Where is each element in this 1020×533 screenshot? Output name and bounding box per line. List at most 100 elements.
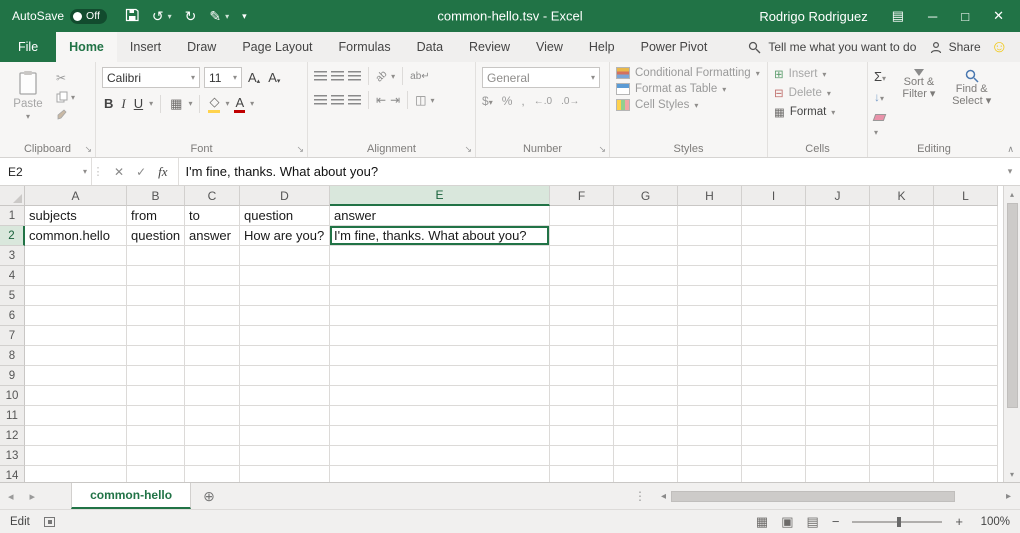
column-header-I[interactable]: I: [742, 186, 806, 206]
cell-B13[interactable]: [127, 446, 185, 466]
cell-E10[interactable]: [330, 386, 550, 406]
row-header-12[interactable]: 12: [0, 426, 25, 446]
cell-J1[interactable]: [806, 206, 870, 226]
format-cells-button[interactable]: ▦Format▾: [774, 105, 861, 119]
cell-K4[interactable]: [870, 266, 934, 286]
font-size-select[interactable]: 11▾: [204, 67, 242, 88]
cell-G11[interactable]: [614, 406, 678, 426]
row-header-3[interactable]: 3: [0, 246, 25, 266]
cell-H14[interactable]: [678, 466, 742, 482]
cell-F14[interactable]: [550, 466, 614, 482]
align-left-icon[interactable]: [314, 95, 327, 105]
cell-C11[interactable]: [185, 406, 240, 426]
column-header-G[interactable]: G: [614, 186, 678, 206]
cell-D8[interactable]: [240, 346, 330, 366]
vertical-scrollbar[interactable]: ▴ ▾: [1003, 186, 1020, 482]
cell-F10[interactable]: [550, 386, 614, 406]
cell-G14[interactable]: [614, 466, 678, 482]
cell-E14[interactable]: [330, 466, 550, 482]
cell-G1[interactable]: [614, 206, 678, 226]
cell-J6[interactable]: [806, 306, 870, 326]
cell-C3[interactable]: [185, 246, 240, 266]
new-sheet-button[interactable]: ⊕: [191, 483, 227, 509]
cell-J4[interactable]: [806, 266, 870, 286]
select-all-button[interactable]: [0, 186, 25, 206]
cell-I11[interactable]: [742, 406, 806, 426]
cell-F5[interactable]: [550, 286, 614, 306]
collapse-ribbon-icon[interactable]: ∧: [1007, 144, 1014, 155]
cell-H10[interactable]: [678, 386, 742, 406]
align-center-icon[interactable]: [331, 95, 344, 105]
cell-D7[interactable]: [240, 326, 330, 346]
cell-J10[interactable]: [806, 386, 870, 406]
cell-F6[interactable]: [550, 306, 614, 326]
cell-H3[interactable]: [678, 246, 742, 266]
cell-I9[interactable]: [742, 366, 806, 386]
scroll-right-icon[interactable]: ▸: [1001, 491, 1016, 502]
cell-I13[interactable]: [742, 446, 806, 466]
cell-A4[interactable]: [25, 266, 127, 286]
cell-D9[interactable]: [240, 366, 330, 386]
cell-G13[interactable]: [614, 446, 678, 466]
paste-button[interactable]: Paste ▾: [6, 67, 50, 121]
cell-D6[interactable]: [240, 306, 330, 326]
cell-E4[interactable]: [330, 266, 550, 286]
cell-J5[interactable]: [806, 286, 870, 306]
cell-C14[interactable]: [185, 466, 240, 482]
conditional-formatting-button[interactable]: Conditional Formatting▾: [616, 67, 761, 79]
column-header-D[interactable]: D: [240, 186, 330, 206]
number-dialog-launcher-icon[interactable]: ↘: [598, 144, 606, 155]
cell-J3[interactable]: [806, 246, 870, 266]
number-format-select[interactable]: General▾: [482, 67, 600, 88]
accounting-format-button[interactable]: $▾: [482, 94, 493, 108]
cell-K14[interactable]: [870, 466, 934, 482]
cell-K5[interactable]: [870, 286, 934, 306]
tab-page-layout[interactable]: Page Layout: [229, 32, 325, 62]
cancel-entry-icon[interactable]: ✕: [114, 165, 124, 179]
scroll-left-icon[interactable]: ◂: [656, 491, 671, 502]
cell-B9[interactable]: [127, 366, 185, 386]
cell-J2[interactable]: [806, 226, 870, 246]
cell-F1[interactable]: [550, 206, 614, 226]
minimize-button[interactable]: ─: [928, 9, 937, 24]
cell-E13[interactable]: [330, 446, 550, 466]
cell-D4[interactable]: [240, 266, 330, 286]
chevron-down-icon[interactable]: ▾: [250, 99, 254, 108]
cell-L10[interactable]: [934, 386, 998, 406]
cell-K8[interactable]: [870, 346, 934, 366]
cell-L4[interactable]: [934, 266, 998, 286]
cell-F8[interactable]: [550, 346, 614, 366]
row-header-1[interactable]: 1: [0, 206, 25, 226]
cell-E11[interactable]: [330, 406, 550, 426]
cell-G9[interactable]: [614, 366, 678, 386]
decrease-indent-button[interactable]: ⇤: [376, 93, 386, 107]
fill-button[interactable]: ↓▾: [874, 90, 884, 104]
cell-styles-button[interactable]: Cell Styles▾: [616, 99, 761, 111]
customize-qat-button[interactable]: ▾: [242, 11, 247, 22]
cell-J11[interactable]: [806, 406, 870, 426]
cell-J7[interactable]: [806, 326, 870, 346]
column-header-C[interactable]: C: [185, 186, 240, 206]
cell-J13[interactable]: [806, 446, 870, 466]
normal-view-icon[interactable]: ▦: [756, 514, 768, 530]
cell-A12[interactable]: [25, 426, 127, 446]
cell-L9[interactable]: [934, 366, 998, 386]
cell-H9[interactable]: [678, 366, 742, 386]
zoom-out-button[interactable]: −: [832, 514, 840, 529]
cell-H8[interactable]: [678, 346, 742, 366]
cell-J12[interactable]: [806, 426, 870, 446]
cell-I10[interactable]: [742, 386, 806, 406]
cell-D12[interactable]: [240, 426, 330, 446]
cell-F3[interactable]: [550, 246, 614, 266]
copy-button[interactable]: ▾: [56, 91, 75, 103]
chevron-down-icon[interactable]: ▾: [188, 99, 192, 108]
insert-cells-button[interactable]: ⊞Insert▾: [774, 67, 861, 81]
cell-B6[interactable]: [127, 306, 185, 326]
font-color-button[interactable]: A: [233, 95, 246, 113]
cell-J9[interactable]: [806, 366, 870, 386]
cell-H6[interactable]: [678, 306, 742, 326]
cell-B5[interactable]: [127, 286, 185, 306]
row-header-2[interactable]: 2: [0, 226, 25, 246]
chevron-down-icon[interactable]: ▾: [225, 99, 229, 108]
cell-B8[interactable]: [127, 346, 185, 366]
